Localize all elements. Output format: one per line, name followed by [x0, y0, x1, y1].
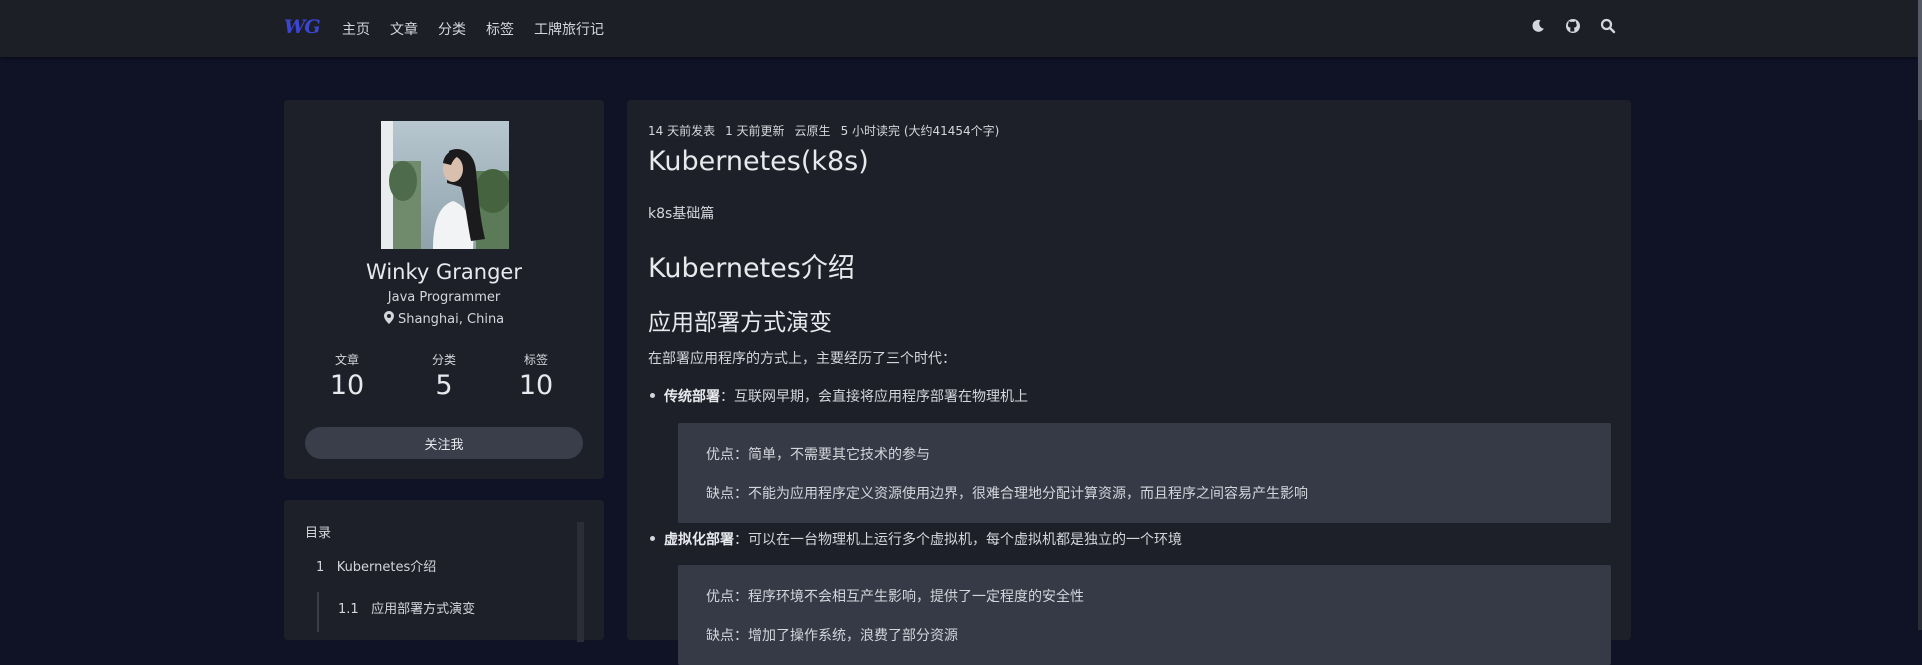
nav-link-travel[interactable]: 工牌旅行记: [534, 19, 604, 39]
bullet-term: 传统部署: [664, 389, 720, 405]
nav-link-home[interactable]: 主页: [342, 19, 370, 39]
meta-updated: 1 天前更新: [725, 124, 785, 138]
article-title: Kubernetes(k8s): [648, 146, 869, 177]
stat-label: 分类: [431, 353, 456, 367]
toc-item-text: Kubernetes介绍: [336, 560, 437, 575]
article-meta: 14 天前发表 1 天前更新 云原生 5 小时读完 (大约41454个字): [648, 122, 999, 139]
stat-value: 10: [329, 370, 365, 401]
nav-link-categories[interactable]: 分类: [438, 19, 466, 39]
toc-item-text: 应用部署方式演变: [371, 602, 476, 617]
stat-articles[interactable]: 文章 10: [307, 351, 387, 401]
stat-label: 标签: [523, 353, 548, 367]
list-item: 虚拟化部署：可以在一台物理机上运行多个虚拟机，每个虚拟机都是独立的一个环境: [650, 529, 1182, 549]
toc-item-num: 1: [316, 560, 325, 575]
follow-button[interactable]: 关注我: [305, 427, 583, 459]
list-item: 传统部署：互联网早期，会直接将应用程序部署在物理机上: [650, 386, 1028, 406]
scrollbar-thumb[interactable]: [1918, 0, 1922, 120]
stat-label: 文章: [334, 353, 359, 367]
nav-icons: [1530, 18, 1616, 34]
quote-pros: 优点：程序环境不会相互产生影响，提供了一定程度的安全性: [706, 589, 1084, 605]
map-marker-icon: [383, 311, 394, 324]
profile-location: Shanghai, China: [284, 311, 604, 327]
toc-item-1-1[interactable]: 1.1 应用部署方式演变: [338, 598, 475, 617]
toc-item-num: 1.1: [338, 602, 359, 617]
profile-card: Winky Granger Java Programmer Shanghai, …: [284, 100, 604, 479]
intro-paragraph: 在部署应用程序的方式上，主要经历了三个时代：: [648, 351, 956, 367]
toc-item-1[interactable]: 1 Kubernetes介绍: [316, 556, 436, 575]
article-summary: k8s基础篇: [648, 206, 715, 222]
section-heading: Kubernetes介绍: [648, 253, 855, 284]
nav-links: 主页 文章 分类 标签 工牌旅行记: [342, 19, 604, 39]
nav-link-tags[interactable]: 标签: [486, 19, 514, 39]
article-card: 14 天前发表 1 天前更新 云原生 5 小时读完 (大约41454个字) Ku…: [627, 100, 1631, 665]
avatar: [381, 121, 509, 249]
search-icon[interactable]: [1600, 18, 1616, 34]
bullet-desc: ：可以在一台物理机上运行多个虚拟机，每个虚拟机都是独立的一个环境: [734, 532, 1182, 548]
profile-title: Java Programmer: [387, 290, 501, 305]
bullet-term: 虚拟化部署: [664, 532, 734, 548]
stat-categories[interactable]: 分类 5: [404, 351, 484, 401]
github-icon[interactable]: [1565, 18, 1581, 34]
blockquote: 优点：程序环境不会相互产生影响，提供了一定程度的安全性 缺点：增加了操作系统，浪…: [678, 565, 1611, 665]
stat-value: 10: [518, 370, 554, 401]
nav-link-articles[interactable]: 文章: [390, 19, 418, 39]
site-logo[interactable]: WG: [284, 16, 321, 38]
toc-sub-indent-line: [317, 592, 319, 632]
toc-card: 目录 1 Kubernetes介绍 1.1 应用部署方式演变: [284, 500, 604, 642]
top-navbar: WG 主页 文章 分类 标签 工牌旅行记: [0, 0, 1918, 57]
page-scrollbar[interactable]: [1918, 0, 1922, 630]
quote-cons: 缺点：不能为应用程序定义资源使用边界，很难合理地分配计算资源，而且程序之间容易产…: [706, 486, 1308, 502]
meta-read-time: 5 小时读完 (大约41454个字): [840, 124, 1000, 138]
profile-name: Winky Granger: [366, 260, 522, 284]
stat-tags[interactable]: 标签 10: [496, 351, 576, 401]
quote-cons: 缺点：增加了操作系统，浪费了部分资源: [706, 628, 958, 644]
bullet-desc: ：互联网早期，会直接将应用程序部署在物理机上: [720, 389, 1028, 405]
toc-title: 目录: [305, 526, 332, 541]
blockquote: 优点：简单，不需要其它技术的参与 缺点：不能为应用程序定义资源使用边界，很难合理…: [678, 423, 1611, 523]
moon-icon[interactable]: [1530, 18, 1546, 34]
meta-category[interactable]: 云原生: [795, 122, 831, 139]
toc-scrollbar[interactable]: [577, 522, 584, 642]
stat-value: 5: [435, 370, 453, 401]
meta-published: 14 天前发表: [648, 124, 716, 138]
location-text: Shanghai, China: [397, 312, 505, 327]
subsection-heading: 应用部署方式演变: [648, 310, 832, 336]
quote-pros: 优点：简单，不需要其它技术的参与: [706, 447, 930, 463]
